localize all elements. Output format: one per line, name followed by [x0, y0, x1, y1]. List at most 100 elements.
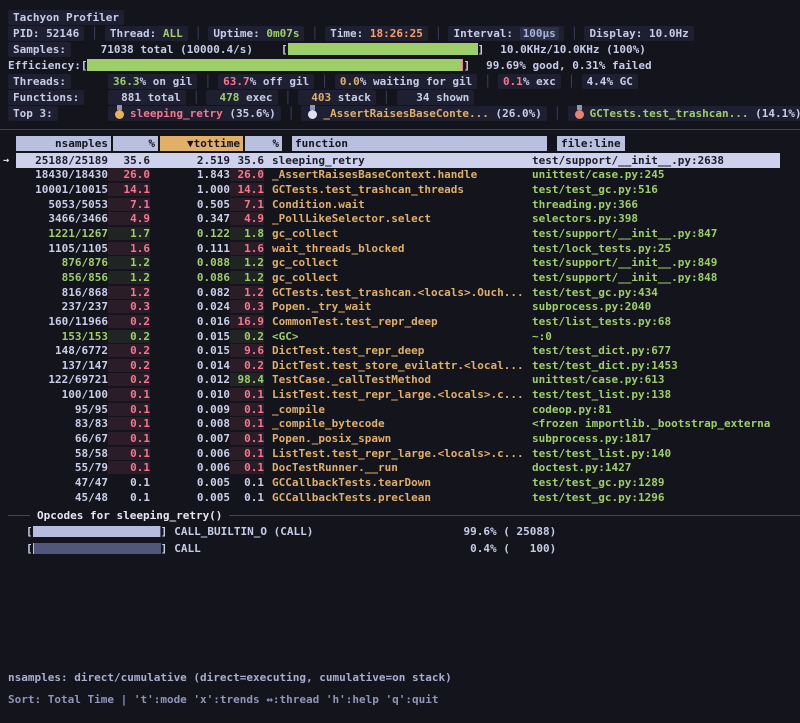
cell-function: gc_collect [272, 271, 524, 284]
table-row[interactable]: → 25188/25189 35.6 2.519 35.6 sleeping_r… [0, 153, 800, 168]
cell-file-line: test/test_list.py:140 [532, 447, 780, 460]
cell-function: ListTest.test_repr_large.<locals>.c... [272, 447, 524, 460]
rule-right [229, 515, 800, 516]
table-row[interactable]: 856/856 1.2 0.086 1.2 gc_collect test/su… [0, 270, 800, 285]
cell-cumulative-pct: 1.2 [230, 271, 264, 284]
cell-cumulative-pct: 0.3 [230, 300, 264, 313]
table-row[interactable]: 1221/1267 1.7 0.122 1.8 gc_collect test/… [0, 226, 800, 241]
table-row[interactable]: 83/83 0.1 0.008 0.1 _compile_bytecode <f… [0, 417, 800, 432]
cell-tottime: 0.005 [150, 491, 230, 504]
header-tottime-sorted[interactable]: ▼tottime [160, 136, 243, 151]
cell-function: Popen._try_wait [272, 300, 524, 313]
cell-tottime: 0.082 [150, 286, 230, 299]
table-row[interactable]: 100/100 0.1 0.010 0.1 ListTest.test_repr… [0, 387, 800, 402]
stat-suffix: % exc [523, 75, 556, 88]
table-row[interactable]: 816/868 1.2 0.082 1.2 GCTests.test_trash… [0, 285, 800, 300]
thread-stat-segment: 0.1% exc [498, 74, 561, 89]
opcode-bar-open: [ [26, 542, 33, 555]
uptime-label: Uptime: [213, 27, 266, 40]
function-stat-segment: 478 exec [206, 90, 277, 105]
header-nsamples[interactable]: nsamples [16, 136, 111, 151]
table-row[interactable]: 45/48 0.1 0.005 0.1 GCCallbackTests.prec… [0, 490, 800, 505]
top3-function-name: sleeping_retry [130, 107, 223, 120]
cell-nsamples: 3466/3466 [16, 212, 108, 225]
cell-function: GCTests.test_trashcan.<locals>.Ouch... [272, 286, 524, 299]
cell-cumulative-pct: 0.1 [230, 388, 264, 401]
medal-icon [575, 110, 584, 119]
table-row[interactable]: 95/95 0.1 0.009 0.1 _compile codeop.py:8… [0, 402, 800, 417]
status-bar: PID: 52146 │ Thread: ALL │ Uptime: 0m07s… [0, 25, 800, 41]
table-row[interactable]: 55/79 0.1 0.006 0.1 DocTestRunner.__run … [0, 460, 800, 475]
table-row[interactable]: 18430/18430 26.0 1.843 26.0 _AssertRaise… [0, 168, 800, 183]
cell-nsamples: 58/58 [16, 447, 108, 460]
cell-tottime: 0.016 [150, 315, 230, 328]
cell-nsamples: 1221/1267 [16, 227, 108, 240]
cell-nsamples: 5053/5053 [16, 198, 108, 211]
table-row[interactable]: 876/876 1.2 0.088 1.2 gc_collect test/su… [0, 255, 800, 270]
cell-cumulative-pct: 98.4 [230, 373, 264, 386]
table-row[interactable]: 160/11966 0.2 0.016 16.9 CommonTest.test… [0, 314, 800, 329]
cell-file-line: test/test_dict.py:677 [532, 344, 780, 357]
cell-tottime: 0.012 [150, 373, 230, 386]
profiler-app: Tachyon Profiler PID: 52146 │ Thread: AL… [0, 0, 800, 723]
cell-tottime: 0.014 [150, 359, 230, 372]
divider: │ [281, 107, 302, 120]
thread-stat[interactable]: Thread: ALL [105, 26, 188, 41]
opcodes-list: [] CALL_BUILTIN_O (CALL) 99.6% ( 25088) … [0, 523, 800, 557]
header-cumulative-pct[interactable]: % [245, 136, 282, 151]
opcode-row: [] CALL_BUILTIN_O (CALL) 99.6% ( 25088) [0, 523, 800, 540]
header-file-line[interactable]: file:line [557, 136, 625, 151]
cell-nsamples: 100/100 [16, 388, 108, 401]
cell-function: GCTests.test_trashcan_threads [272, 183, 524, 196]
cell-tottime: 0.505 [150, 198, 230, 211]
opcode-bar [33, 526, 161, 537]
table-row[interactable]: 237/237 0.3 0.024 0.3 Popen._try_wait su… [0, 299, 800, 314]
table-row[interactable]: 10001/10015 14.1 1.000 14.1 GCTests.test… [0, 182, 800, 197]
top3-entry[interactable]: _AssertRaisesBaseConte... (26.0%) [301, 106, 547, 121]
opcodes-header: Opcodes for sleeping_retry() [0, 508, 800, 523]
cell-direct-pct: 0.2 [108, 359, 150, 372]
cell-function: wait_threads_blocked [272, 242, 524, 255]
function-stat-segment: 34 shown [397, 90, 475, 105]
cell-tottime: 0.347 [150, 212, 230, 225]
cell-file-line: test/test_dict.py:1453 [532, 359, 780, 372]
rule-left [8, 515, 30, 516]
cell-direct-pct: 0.1 [108, 432, 150, 445]
table-row[interactable]: 137/147 0.2 0.014 0.2 DictTest.test_stor… [0, 358, 800, 373]
cell-cumulative-pct: 16.9 [230, 315, 264, 328]
cell-file-line: threading.py:366 [532, 198, 780, 211]
cell-file-line: test/support/__init__.py:848 [532, 271, 780, 284]
header-function[interactable]: function [292, 136, 547, 151]
table-row[interactable]: 148/6772 0.2 0.015 9.6 DictTest.test_rep… [0, 343, 800, 358]
header-direct-pct[interactable]: % [113, 136, 158, 151]
table-row[interactable]: 3466/3466 4.9 0.347 4.9 _PollLikeSelecto… [0, 212, 800, 227]
top3-percent: (14.1%) [748, 107, 800, 120]
table-row[interactable]: 47/47 0.1 0.005 0.1 GCCallbackTests.tear… [0, 475, 800, 490]
cell-function: GCCallbackTests.tearDown [272, 476, 524, 489]
table-row[interactable]: 153/153 0.2 0.015 0.2 <GC> ~:0 [0, 329, 800, 344]
top3-entry[interactable]: GCTests.test_trashcan... (14.1%) [568, 106, 800, 121]
cell-file-line: unittest/case.py:613 [532, 373, 780, 386]
function-stat-segment: 881 total [108, 90, 186, 105]
top3-entry[interactable]: sleeping_retry (35.6%) [108, 106, 281, 121]
table-row[interactable]: 5053/5053 7.1 0.505 7.1 Condition.wait t… [0, 197, 800, 212]
top3-line: Top 3: sleeping_retry (35.6%) │_AssertRa… [0, 105, 800, 121]
table-row[interactable]: 66/67 0.1 0.007 0.1 Popen._posix_spawn s… [0, 431, 800, 446]
divider: │ [561, 75, 582, 88]
cell-direct-pct: 0.1 [108, 417, 150, 430]
stat-value: 0.0 [340, 75, 360, 88]
cell-direct-pct: 0.1 [108, 388, 150, 401]
table-row[interactable]: 122/69721 0.2 0.012 98.4 TestCase._callT… [0, 373, 800, 388]
cell-function: _AssertRaisesBaseContext.handle [272, 168, 524, 181]
efficiency-bar-close: ] [463, 59, 470, 72]
cell-direct-pct: 1.2 [108, 286, 150, 299]
table-row[interactable]: 58/58 0.1 0.006 0.1 ListTest.test_repr_l… [0, 446, 800, 461]
efficiency-summary: 99.69% good, 0.31% failed [486, 59, 652, 72]
medal-icon [115, 110, 124, 119]
samples-label: Samples: [8, 42, 71, 57]
table-row[interactable]: 1105/1105 1.6 0.111 1.6 wait_threads_blo… [0, 241, 800, 256]
cell-nsamples: 95/95 [16, 403, 108, 416]
cell-nsamples: 83/83 [16, 417, 108, 430]
cell-file-line: codeop.py:81 [532, 403, 780, 416]
cell-direct-pct: 7.1 [108, 198, 150, 211]
